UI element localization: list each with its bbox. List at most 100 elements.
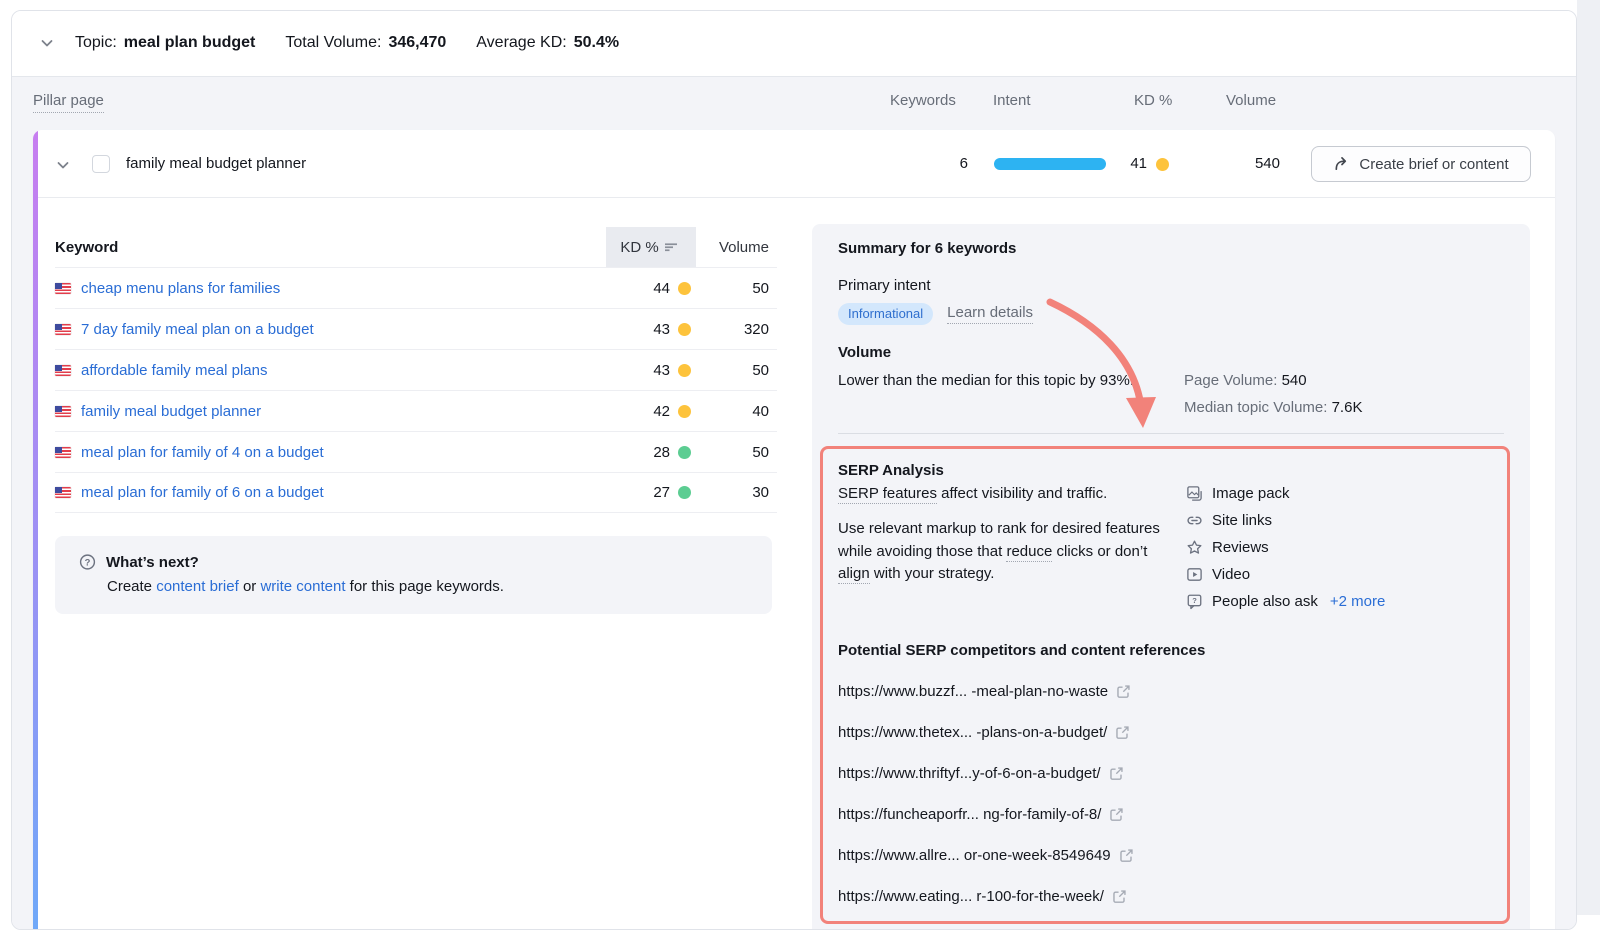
column-header-keywords: Keywords — [890, 92, 956, 109]
write-content-link[interactable]: write content — [260, 578, 345, 595]
total-volume-value: 346,470 — [388, 34, 446, 52]
serp-analysis-highlight-box: SERP Analysis SERP features affect visib… — [820, 446, 1510, 924]
keyword-link[interactable]: affordable family meal plans — [81, 362, 606, 379]
whats-next-box: ? What’s next? Create content brief or w… — [55, 536, 772, 614]
header-keyword: Keyword — [55, 239, 606, 256]
kd-difficulty-dot — [678, 364, 691, 377]
serp-features-rest: affect visibility and traffic. — [941, 485, 1107, 502]
whats-next-text-or: or — [243, 578, 256, 595]
keyword-link[interactable]: cheap menu plans for families — [81, 280, 606, 297]
keyword-link[interactable]: meal plan for family of 4 on a budget — [81, 444, 606, 461]
volume-note: Lower than the median for this topic by … — [838, 367, 1150, 421]
whats-next-text-end: for this page keywords. — [350, 578, 504, 595]
kd-value: 43 — [653, 321, 670, 338]
pillar-keywords-count: 6 — [928, 155, 968, 172]
chevron-down-icon[interactable] — [55, 157, 71, 178]
summary-volume-label: Volume — [838, 344, 1504, 361]
external-link-icon[interactable] — [1115, 725, 1130, 740]
kd-value: 44 — [653, 280, 670, 297]
median-volume-value: 7.6K — [1332, 399, 1363, 416]
serp-features-link[interactable]: SERP features — [838, 485, 937, 504]
kd-value: 28 — [653, 444, 670, 461]
topic-header-bar: Topic: meal plan budget Total Volume: 34… — [12, 11, 1576, 75]
serp-feature-item: Video — [1186, 566, 1385, 583]
us-flag-icon — [55, 365, 71, 376]
align-link[interactable]: align — [838, 565, 870, 584]
summary-divider — [838, 433, 1504, 434]
competitor-url: https://www.thetex... -plans-on-a-budget… — [838, 724, 1107, 741]
average-kd-label: Average KD: — [476, 34, 566, 52]
column-header-intent: Intent — [993, 92, 1031, 109]
serp-feature-item: ? People also ask +2 more — [1186, 593, 1385, 610]
keyword-link[interactable]: 7 day family meal plan on a budget — [81, 321, 606, 338]
competitor-url-row: https://funcheaporfr... ng-for-family-of… — [838, 806, 1495, 823]
competitor-url: https://www.allre... or-one-week-8549649 — [838, 847, 1111, 864]
learn-details-link[interactable]: Learn details — [947, 304, 1033, 324]
competitor-url: https://funcheaporfr... ng-for-family-of… — [838, 806, 1101, 823]
content-brief-link[interactable]: content brief — [156, 578, 239, 595]
column-header-pillar-page[interactable]: Pillar page — [33, 92, 104, 113]
competitors-title: Potential SERP competitors and content r… — [838, 642, 1495, 659]
keyword-link[interactable]: meal plan for family of 6 on a budget — [81, 484, 606, 501]
external-link-icon[interactable] — [1109, 766, 1124, 781]
header-kd-label: KD % — [620, 239, 658, 256]
chevron-down-icon[interactable] — [39, 35, 55, 51]
competitor-url-row: https://www.eating... r-100-for-the-week… — [838, 888, 1495, 905]
kd-value: 42 — [653, 403, 670, 420]
competitor-url-row: https://www.thriftyf...y-of-6-on-a-budge… — [838, 765, 1495, 782]
topic-value: meal plan budget — [124, 34, 256, 52]
redirect-arrow-icon — [1333, 155, 1350, 173]
image-pack-icon — [1186, 485, 1203, 502]
kd-difficulty-dot — [678, 405, 691, 418]
external-link-icon[interactable] — [1119, 848, 1134, 863]
volume-value: 50 — [696, 280, 777, 297]
people-also-ask-icon: ? — [1186, 593, 1203, 610]
header-kd-sort[interactable]: KD % — [606, 227, 696, 267]
question-circle-icon: ? — [79, 553, 96, 571]
serp-feature-label: Site links — [1212, 512, 1272, 529]
reduce-link[interactable]: reduce — [1006, 543, 1052, 562]
competitor-url-row: https://www.buzzf... -meal-plan-no-waste — [838, 683, 1495, 700]
kd-difficulty-dot — [678, 323, 691, 336]
us-flag-icon — [55, 283, 71, 294]
external-link-icon[interactable] — [1116, 684, 1131, 699]
summary-title: Summary for 6 keywords — [838, 240, 1504, 257]
create-brief-or-content-button[interactable]: Create brief or content — [1311, 146, 1531, 182]
svg-text:?: ? — [85, 557, 91, 568]
external-link-icon[interactable] — [1112, 889, 1127, 904]
keyword-table-row: 7 day family meal plan on a budget 43 32… — [55, 308, 777, 349]
kd-difficulty-dot — [678, 282, 691, 295]
serp-feature-item: Site links — [1186, 512, 1385, 529]
column-header-kd: KD % — [1134, 92, 1172, 109]
pillar-checkbox[interactable] — [92, 155, 110, 173]
whats-next-text: Create content brief or write content fo… — [107, 578, 748, 595]
volume-value: 50 — [696, 444, 777, 461]
kd-difficulty-dot — [678, 486, 691, 499]
video-icon — [1186, 566, 1203, 583]
us-flag-icon — [55, 487, 71, 498]
keyword-table-row: meal plan for family of 6 on a budget 27… — [55, 472, 777, 513]
whats-next-text-start: Create — [107, 578, 152, 595]
serp-feature-label: Reviews — [1212, 539, 1269, 556]
pillar-page-card: family meal budget planner 6 41 540 Crea… — [33, 130, 1555, 930]
more-features-link[interactable]: +2 more — [1330, 593, 1385, 610]
serp-feature-label: Image pack — [1212, 485, 1290, 502]
average-kd-value: 50.4% — [574, 34, 619, 52]
column-header-volume: Volume — [1226, 92, 1276, 109]
keyword-table-row: meal plan for family of 4 on a budget 28… — [55, 431, 777, 472]
serp-feature-item: Reviews — [1186, 539, 1385, 556]
external-link-icon[interactable] — [1109, 807, 1124, 822]
serp-feature-label: People also ask — [1212, 593, 1318, 610]
serp-feature-label: Video — [1212, 566, 1250, 583]
keyword-link[interactable]: family meal budget planner — [81, 403, 606, 420]
create-button-label: Create brief or content — [1359, 156, 1508, 173]
us-flag-icon — [55, 324, 71, 335]
svg-text:?: ? — [1192, 596, 1197, 605]
pillar-page-title[interactable]: family meal budget planner — [126, 155, 306, 172]
keyword-table-row: family meal budget planner 42 40 — [55, 390, 777, 431]
competitor-url: https://www.buzzf... -meal-plan-no-waste — [838, 683, 1108, 700]
summary-panel: Summary for 6 keywords Primary intent In… — [812, 224, 1530, 930]
volume-value: 30 — [696, 484, 777, 501]
serp-tip-text: Use relevant markup to rank for desired … — [838, 518, 1176, 586]
volume-value: 40 — [696, 403, 777, 420]
